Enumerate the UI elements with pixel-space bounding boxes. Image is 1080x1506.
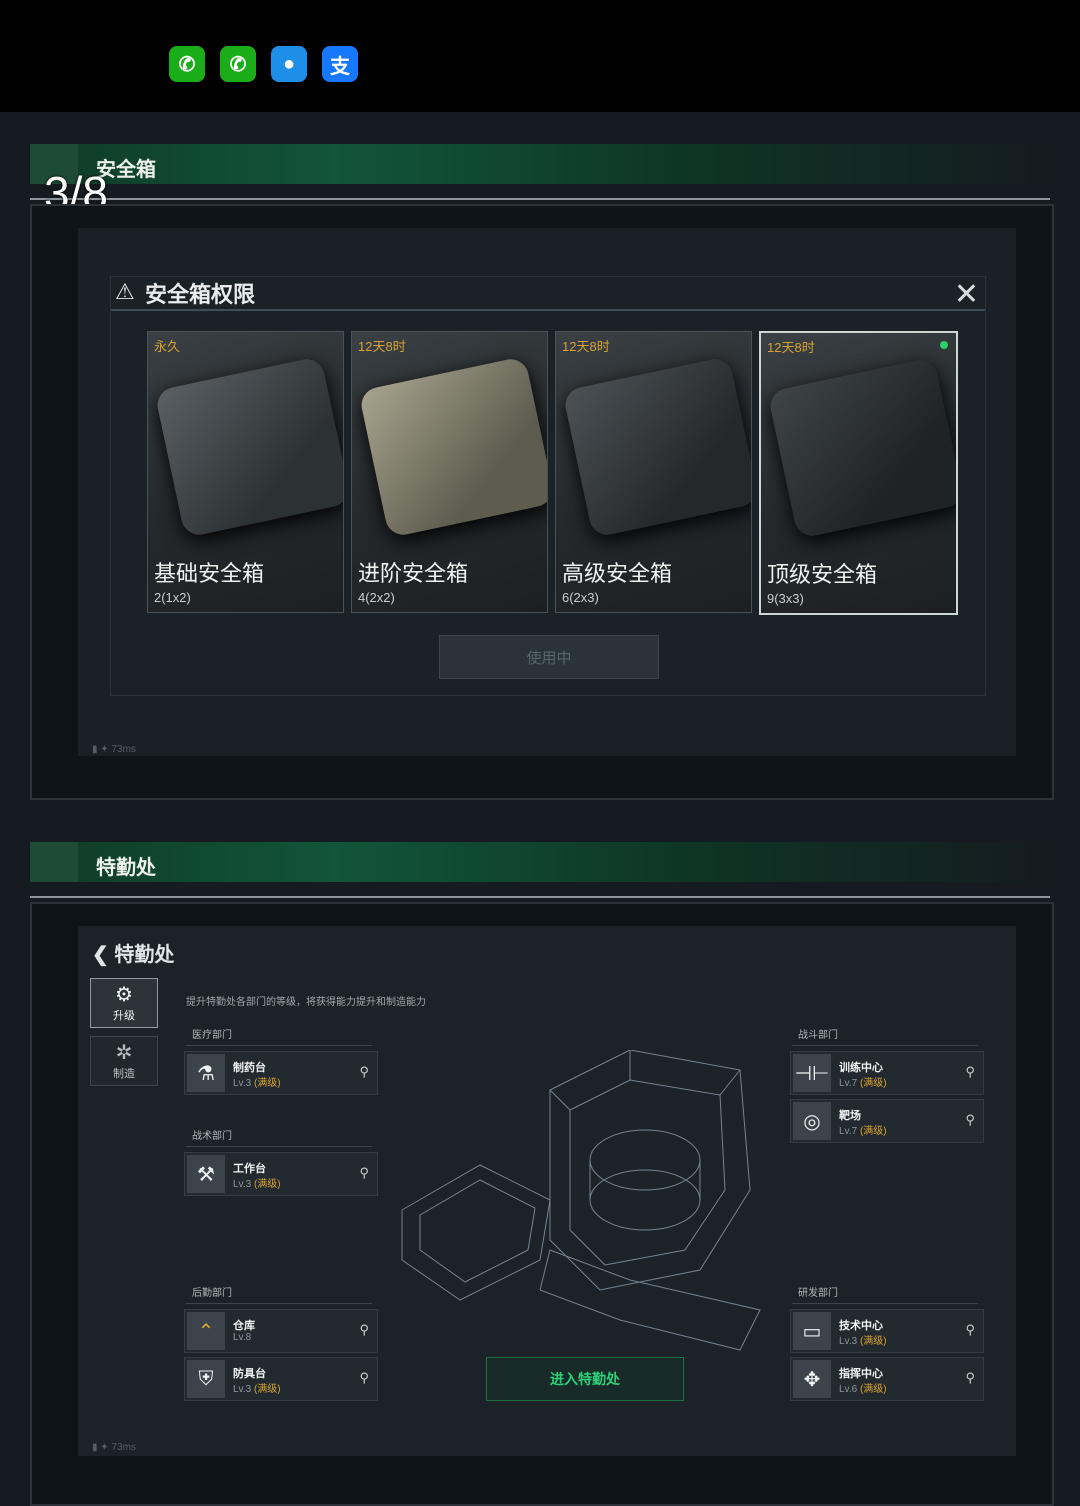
section-title: 特勤处 [96, 857, 156, 879]
safebox-card-premium[interactable]: 12天8时 高级安全箱 6(2x3) [555, 331, 752, 613]
wechat-icon[interactable]: ✆ [169, 46, 205, 82]
tab-craft[interactable]: ✲ 制造 [90, 1036, 158, 1086]
network-status: ▮ ✦ 73ms [92, 744, 136, 755]
description: 提升特勤处各部门的等级，将获得能力提升和制造能力 [186, 997, 426, 1008]
safebox-image [767, 356, 956, 540]
warning-icon: ⚠ [115, 279, 135, 304]
wechat-icon[interactable]: ✆ [220, 46, 256, 82]
gear-icon: ✲ [115, 1042, 133, 1064]
divider [30, 198, 1050, 200]
dumbbell-icon: ⊣⊢ [793, 1054, 831, 1092]
divider [30, 896, 1050, 898]
close-icon[interactable]: ✕ [954, 277, 979, 312]
facility-tech-center[interactable]: ▭ 技术中心 Lv.3 (满级) ⚲ [790, 1309, 984, 1353]
safebox-card-basic[interactable]: 永久 基础安全箱 2(1x2) [147, 331, 344, 613]
enter-special-ops-button[interactable]: 进入特勤处 [486, 1357, 684, 1401]
facility-armor-bench[interactable]: ⛨ 防具台 Lv.3 (满级) ⚲ [184, 1357, 378, 1401]
card-capacity: 4(2x2) [358, 590, 395, 605]
duration-label: 12天8时 [562, 339, 610, 354]
armor-icon: ⛨ [187, 1360, 225, 1398]
facility-warehouse[interactable]: ⌃ 仓库 Lv.8 ⚲ [184, 1309, 378, 1353]
safebox-dialog: ⚠ 安全箱权限 ✕ 永久 基础安全箱 2(1x2) 12天8时 进阶安全箱 4(… [110, 276, 986, 696]
dialog-title: 安全箱权限 [145, 282, 256, 307]
card-capacity: 2(1x2) [154, 590, 191, 605]
base-wireframe-model [401, 1050, 761, 1351]
search-icon[interactable]: ⚲ [965, 1370, 975, 1386]
facility-pharmacy[interactable]: ⚗ 制药台 Lv.3 (满级) ⚲ [184, 1051, 378, 1095]
chip-icon: ✥ [793, 1360, 831, 1398]
tab-upgrade[interactable]: ⚙ 升级 [90, 978, 158, 1028]
back-button[interactable]: ❮ 特勤处 [92, 938, 174, 967]
network-status: ▮ ✦ 73ms [92, 1442, 136, 1453]
search-icon[interactable]: ⚲ [965, 1064, 975, 1080]
top-bar: ✆ ✆ ● 支 [0, 0, 1080, 112]
duration-label: 永久 [154, 339, 181, 354]
duration-label: 12天8时 [358, 339, 406, 354]
safebox-image [154, 355, 343, 539]
selected-indicator [940, 341, 948, 349]
dept-label-research: 研发部门 [792, 1285, 978, 1304]
card-name: 进阶安全箱 [358, 561, 469, 586]
divider [111, 309, 985, 311]
dept-label-tactical: 战术部门 [186, 1128, 372, 1147]
search-icon[interactable]: ⚲ [359, 1322, 369, 1338]
card-name: 高级安全箱 [562, 561, 673, 586]
card-capacity: 6(2x3) [562, 590, 599, 605]
duration-label: 12天8时 [767, 340, 815, 355]
section-banner-safebox: 安全箱 [30, 144, 1050, 184]
card-capacity: 9(3x3) [767, 591, 804, 606]
target-icon: ◎ [793, 1102, 831, 1140]
section-banner-special-ops: 特勤处 [30, 842, 1050, 882]
screen-title: 特勤处 [114, 944, 175, 966]
dept-label-medical: 医疗部门 [186, 1027, 372, 1046]
facility-training-center[interactable]: ⊣⊢ 训练中心 Lv.7 (满级) ⚲ [790, 1051, 984, 1095]
alipay-icon[interactable]: 支 [322, 46, 358, 82]
safebox-card-top[interactable]: 12天8时 顶级安全箱 9(3x3) [759, 331, 958, 615]
dept-label-combat: 战斗部门 [792, 1027, 978, 1046]
upgrade-icon: ⚙ [115, 984, 133, 1006]
safebox-card-advanced[interactable]: 12天8时 进阶安全箱 4(2x2) [351, 331, 548, 613]
chevrons-up-icon: ⌃ [187, 1312, 225, 1350]
facility-shooting-range[interactable]: ◎ 靶场 Lv.7 (满级) ⚲ [790, 1099, 984, 1143]
dept-label-logistics: 后勤部门 [186, 1285, 372, 1304]
search-icon[interactable]: ⚲ [359, 1165, 369, 1181]
search-icon[interactable]: ⚲ [359, 1370, 369, 1386]
facility-workbench[interactable]: ⚒ 工作台 Lv.3 (满级) ⚲ [184, 1152, 378, 1196]
message-icon[interactable]: ● [271, 46, 307, 82]
safebox-image [562, 355, 751, 539]
card-name: 顶级安全箱 [767, 562, 878, 587]
facility-command-center[interactable]: ✥ 指挥中心 Lv.6 (满级) ⚲ [790, 1357, 984, 1401]
card-name: 基础安全箱 [154, 561, 265, 586]
monitor-icon: ▭ [793, 1312, 831, 1350]
search-icon[interactable]: ⚲ [359, 1064, 369, 1080]
search-icon[interactable]: ⚲ [965, 1322, 975, 1338]
search-icon[interactable]: ⚲ [965, 1112, 975, 1128]
safebox-image [358, 355, 547, 539]
mortar-icon: ⚗ [187, 1054, 225, 1092]
in-use-button[interactable]: 使用中 [439, 635, 659, 679]
hammer-icon: ⚒ [187, 1155, 225, 1193]
